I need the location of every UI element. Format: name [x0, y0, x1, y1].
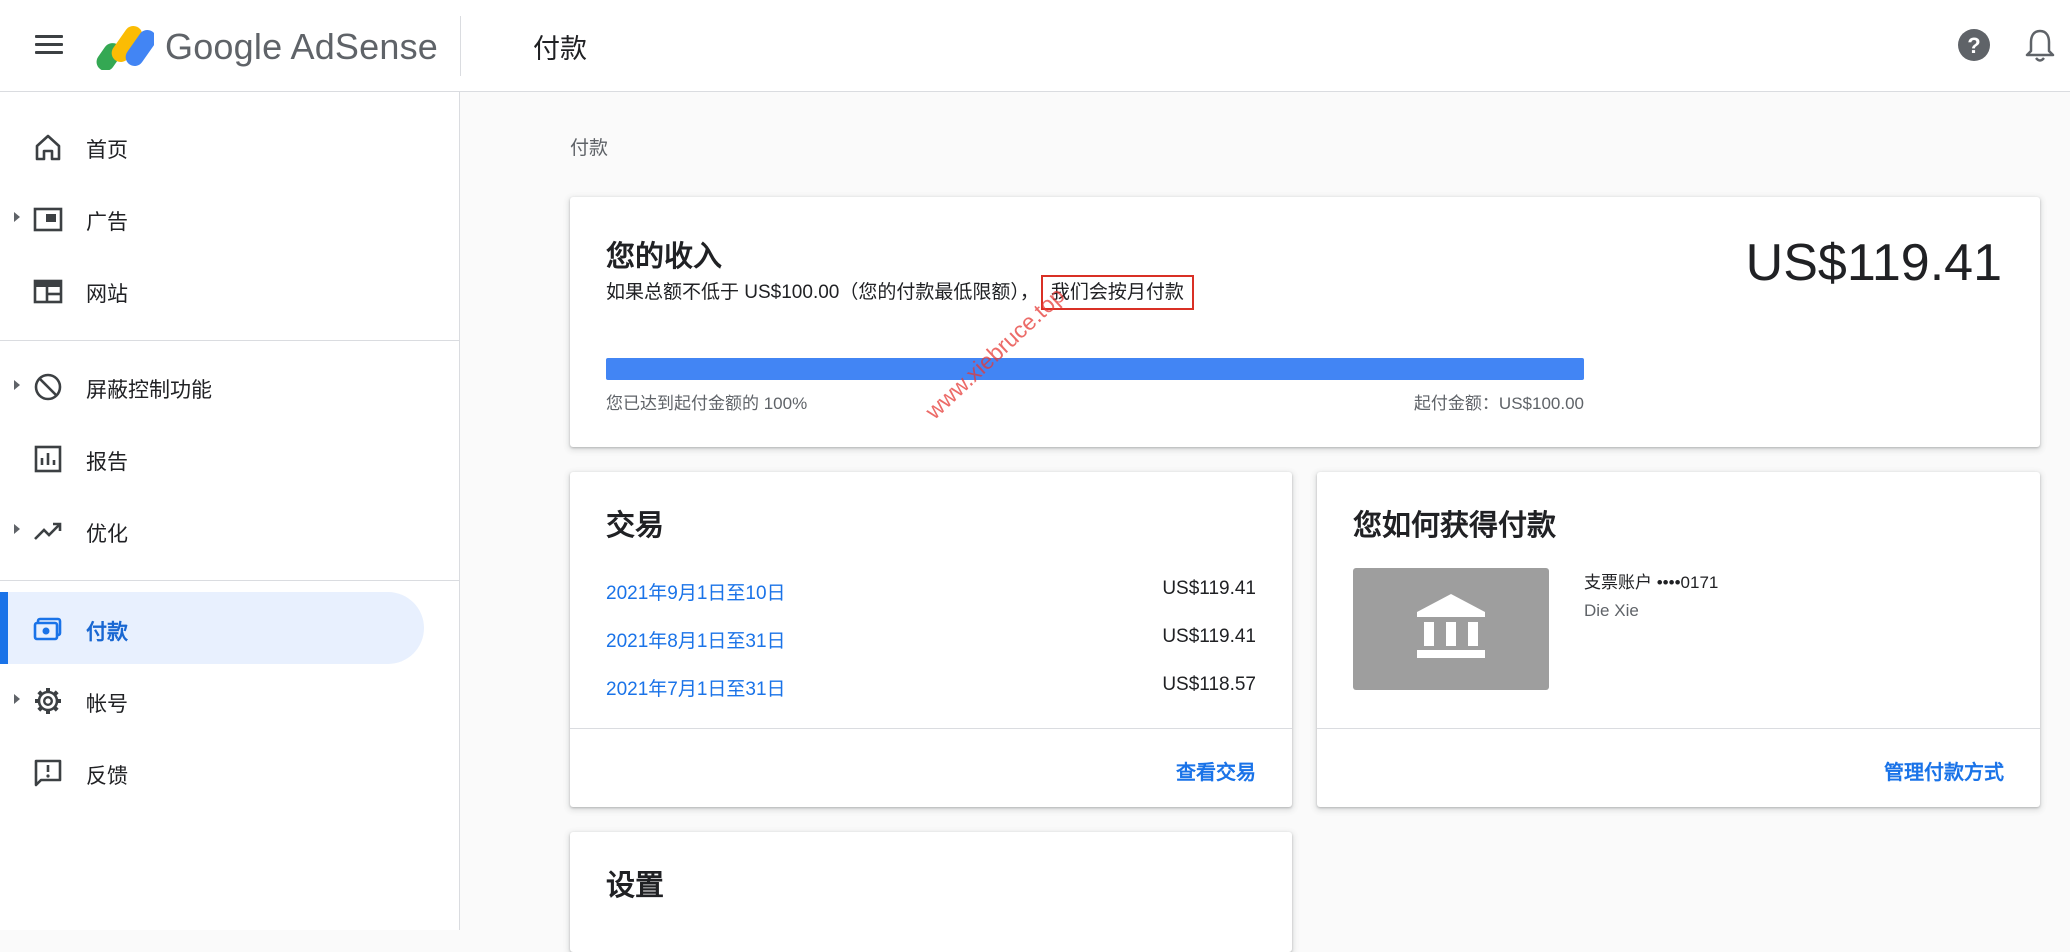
transaction-amount: US$119.41 — [1162, 578, 1256, 599]
settings-title: 设置 — [606, 870, 665, 902]
sidebar-item-feedback[interactable]: 反馈 — [0, 736, 424, 808]
sidebar-item-home[interactable]: 首页 — [0, 110, 424, 182]
transaction-date-link[interactable]: 2021年8月1日至31日 — [606, 626, 786, 653]
payment-method-title: 您如何获得付款 — [1353, 510, 1557, 542]
manage-payment-methods-link[interactable]: 管理付款方式 — [1884, 756, 2004, 785]
income-title: 您的收入 — [606, 241, 723, 273]
settings-card: 设置 — [570, 832, 1292, 952]
bank-account-number: 支票账户 ••••0171 — [1584, 573, 1719, 592]
income-description-text: 如果总额不低于 US$100.00（您的付款最低限额）， — [606, 282, 1039, 303]
feedback-icon — [34, 759, 62, 787]
trending-up-icon — [34, 522, 62, 540]
expand-caret-icon[interactable] — [14, 524, 20, 534]
app-brand: Google AdSense — [165, 26, 439, 67]
breadcrumb: 付款 — [570, 138, 609, 159]
progress-label: 您已达到起付金额的 100% — [606, 394, 808, 413]
svg-text:?: ? — [1967, 33, 1980, 58]
payment-method-card: 您如何获得付款 支票账户 ••••0171 Die Xie 管理付款方式 — [1317, 472, 2040, 807]
sidebar-item-ads[interactable]: 广告 — [0, 182, 424, 254]
page-title: 付款 — [533, 34, 587, 64]
expand-caret-icon[interactable] — [14, 694, 20, 704]
monthly-payment-highlight: 我们会按月付款 — [1040, 275, 1194, 310]
transaction-row: 2021年9月1日至10日 US$119.41 — [606, 578, 1256, 608]
sidebar-item-label: 优化 — [86, 523, 128, 546]
income-card: 您的收入 如果总额不低于 US$100.00（您的付款最低限额）， 我们会按月付款… — [570, 197, 2040, 447]
menu-icon[interactable] — [32, 30, 66, 62]
bank-account-image — [1353, 568, 1549, 690]
sidebar-item-sites[interactable]: 网站 — [0, 254, 424, 326]
gear-icon — [35, 688, 61, 714]
expand-caret-icon[interactable] — [14, 380, 20, 390]
sidebar-item-payments[interactable]: 付款 — [0, 592, 424, 664]
bank-icon — [1417, 594, 1485, 658]
transaction-amount: US$118.57 — [1162, 674, 1256, 695]
sidebar-item-account[interactable]: 帐号 — [0, 664, 424, 736]
active-indicator — [0, 592, 8, 664]
account-holder-name: Die Xie — [1584, 601, 1639, 620]
transactions-title: 交易 — [606, 510, 665, 542]
sidebar-item-reports[interactable]: 报告 — [0, 422, 424, 494]
income-amount: US$119.41 — [1745, 234, 2002, 292]
sidebar-item-blocking-controls[interactable]: 屏蔽控制功能 — [0, 350, 424, 422]
sidebar: 首页 广告 网站 屏蔽控制功能 报告 优化 付款 帐号 反馈 — [0, 92, 460, 930]
sidebar-item-label: 广告 — [86, 211, 128, 234]
sidebar-divider — [0, 580, 460, 581]
threshold-progress-bar — [606, 358, 1584, 380]
sidebar-item-label: 报告 — [86, 451, 128, 474]
reports-icon — [34, 445, 62, 473]
home-icon — [35, 134, 61, 161]
transaction-date-link[interactable]: 2021年9月1日至10日 — [606, 578, 786, 605]
sidebar-item-label: 付款 — [86, 621, 128, 644]
top-app-bar: Google AdSense 付款 ? — [0, 0, 2070, 92]
sidebar-item-label: 反馈 — [86, 765, 128, 788]
sidebar-divider — [0, 340, 460, 341]
header-divider — [460, 16, 461, 76]
notifications-icon[interactable] — [2024, 28, 2056, 64]
ads-icon — [33, 207, 63, 232]
payments-icon — [33, 617, 62, 641]
transaction-date-link[interactable]: 2021年7月1日至31日 — [606, 674, 786, 701]
transaction-amount: US$119.41 — [1162, 626, 1256, 647]
income-description: 如果总额不低于 US$100.00（您的付款最低限额）， 我们会按月付款 — [606, 275, 1194, 310]
sidebar-item-label: 首页 — [86, 139, 128, 162]
sidebar-item-label: 帐号 — [86, 693, 128, 716]
card-divider — [570, 728, 1292, 729]
card-divider — [1317, 728, 2040, 729]
transaction-row: 2021年7月1日至31日 US$118.57 — [606, 674, 1256, 704]
threshold-label: 起付金额：US$100.00 — [1413, 394, 1584, 413]
sidebar-item-label: 网站 — [86, 283, 128, 306]
expand-caret-icon[interactable] — [14, 212, 20, 222]
view-transactions-link[interactable]: 查看交易 — [1176, 756, 1256, 785]
sidebar-item-optimization[interactable]: 优化 — [0, 494, 424, 566]
help-icon[interactable]: ? — [1957, 28, 1991, 62]
block-icon — [34, 373, 62, 401]
transaction-row: 2021年8月1日至31日 US$119.41 — [606, 626, 1256, 656]
adsense-logo[interactable] — [96, 20, 154, 70]
transactions-card: 交易 2021年9月1日至10日 US$119.41 2021年8月1日至31日… — [570, 472, 1292, 807]
sites-icon — [33, 279, 63, 304]
sidebar-item-label: 屏蔽控制功能 — [86, 379, 212, 402]
